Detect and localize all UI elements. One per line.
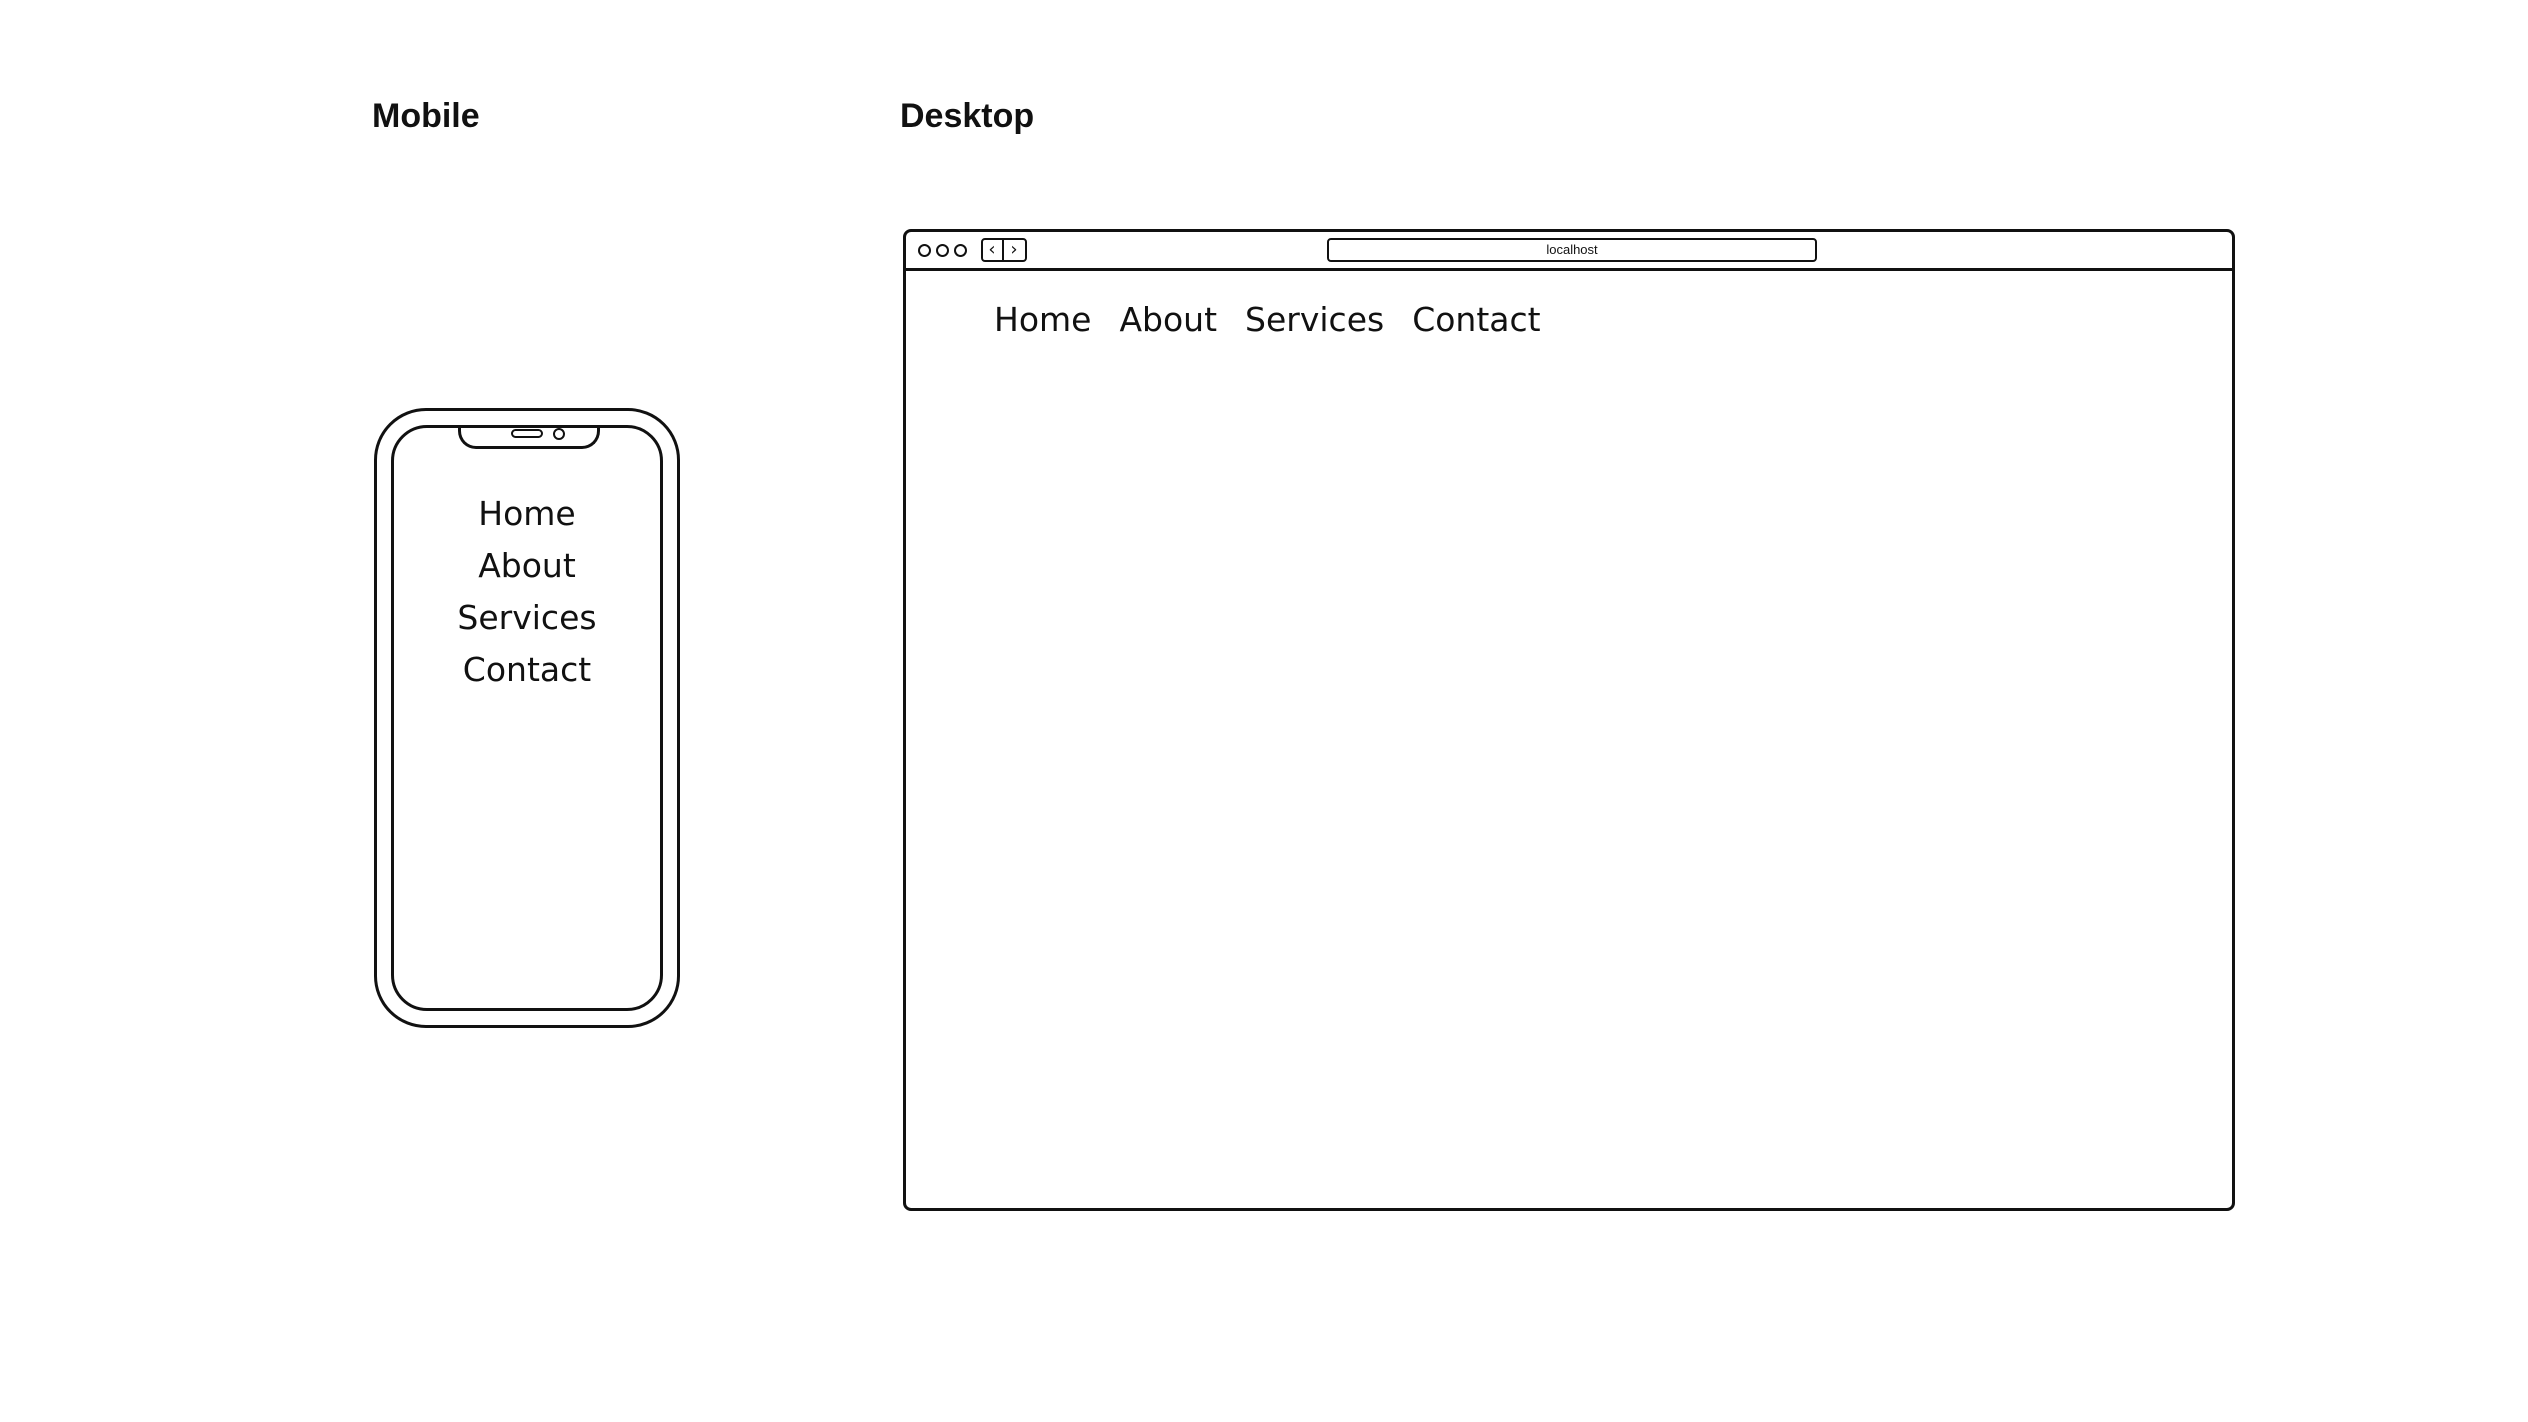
camera-icon	[553, 428, 565, 440]
mobile-section-title: Mobile	[372, 97, 480, 135]
speaker-icon	[511, 429, 543, 438]
window-control-icon[interactable]	[954, 244, 967, 257]
mobile-nav-contact[interactable]: Contact	[394, 644, 660, 696]
desktop-nav-home[interactable]: Home	[994, 298, 1091, 342]
mobile-nav: Home About Services Contact	[394, 488, 660, 696]
desktop-nav-about[interactable]: About	[1119, 298, 1217, 342]
divider	[1002, 240, 1004, 260]
phone-screen: Home About Services Contact	[391, 425, 663, 1011]
browser-toolbar: ‹ › localhost	[906, 232, 2232, 271]
mobile-nav-services[interactable]: Services	[394, 592, 660, 644]
address-bar[interactable]: localhost	[1327, 238, 1817, 262]
mobile-nav-about[interactable]: About	[394, 540, 660, 592]
history-nav: ‹ ›	[981, 238, 1027, 262]
window-control-icon[interactable]	[918, 244, 931, 257]
phone-notch	[458, 428, 600, 449]
mobile-nav-home[interactable]: Home	[394, 488, 660, 540]
chevron-left-icon[interactable]: ‹	[983, 240, 1001, 259]
desktop-nav-contact[interactable]: Contact	[1412, 298, 1540, 342]
desktop-nav: Home About Services Contact	[994, 298, 1569, 342]
chevron-right-icon[interactable]: ›	[1005, 240, 1023, 259]
window-control-icon[interactable]	[936, 244, 949, 257]
phone-frame: Home About Services Contact	[374, 408, 680, 1028]
browser-window: ‹ › localhost Home About Services Contac…	[903, 229, 2235, 1211]
desktop-nav-services[interactable]: Services	[1245, 298, 1384, 342]
desktop-section-title: Desktop	[900, 97, 1035, 135]
